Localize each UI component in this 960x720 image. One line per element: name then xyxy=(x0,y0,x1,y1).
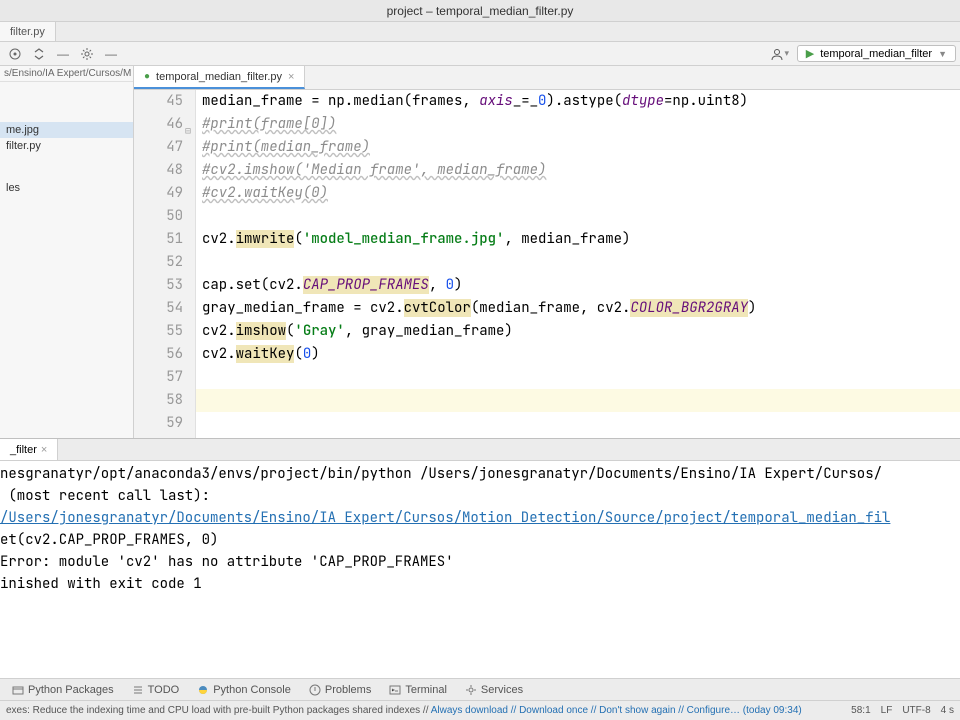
code-line[interactable] xyxy=(196,366,960,389)
top-tab-label: filter.py xyxy=(10,26,45,38)
code-line[interactable]: cap.set(cv2.CAP_PROP_FRAMES, 0) xyxy=(196,274,960,297)
code-line[interactable]: #cv2.waitKey(0) xyxy=(196,182,960,205)
gutter-line: 52 xyxy=(134,251,183,274)
window-title: project – temporal_median_filter.py xyxy=(387,4,574,18)
close-icon[interactable]: × xyxy=(288,71,294,83)
code-line[interactable]: cv2.waitKey(0) xyxy=(196,343,960,366)
code-line[interactable] xyxy=(196,435,960,438)
file-encoding[interactable]: UTF-8 xyxy=(902,705,930,716)
project-tree[interactable]: s/Ensino/IA Expert/Cursos/M me.jpgfilter… xyxy=(0,66,134,438)
console-line: Error: module 'cv2' has no attribute 'CA… xyxy=(0,551,960,573)
code-body[interactable]: median_frame = np.median(frames, axis_=_… xyxy=(196,90,960,438)
hide-icon[interactable]: — xyxy=(100,43,122,65)
todo-button[interactable]: TODO xyxy=(124,679,188,700)
code-line[interactable]: #cv2.imshow('Median frame', median_frame… xyxy=(196,159,960,182)
gutter-line: 48 xyxy=(134,159,183,182)
code-line[interactable]: #print(median_frame) xyxy=(196,136,960,159)
nav-left-group: — — xyxy=(4,43,122,65)
line-gutter: 4546⊟4748495051525354555657585960 xyxy=(134,90,196,438)
user-icon[interactable]: ▾ xyxy=(769,43,791,65)
python-file-icon: ● xyxy=(144,71,150,82)
collapse-all-icon[interactable]: — xyxy=(52,43,74,65)
gutter-line: 56 xyxy=(134,343,183,366)
play-icon: ▶ xyxy=(806,47,814,60)
console-output[interactable]: nesgranatyr/opt/anaconda3/envs/project/b… xyxy=(0,461,960,678)
code-line[interactable]: cv2.imwrite('model_median_frame.jpg', me… xyxy=(196,228,960,251)
console-line: /Users/jonesgranatyr/Documents/Ensino/IA… xyxy=(0,507,960,529)
console-line: inished with exit code 1 xyxy=(0,573,960,595)
code-line[interactable] xyxy=(196,205,960,228)
project-breadcrumb: s/Ensino/IA Expert/Cursos/M xyxy=(0,66,133,82)
gutter-line: 45 xyxy=(134,90,183,113)
code-line[interactable]: gray_median_frame = cv2.cvtColor(median_… xyxy=(196,297,960,320)
terminal-button[interactable]: Terminal xyxy=(381,679,455,700)
line-separator[interactable]: LF xyxy=(881,705,893,716)
main-area: s/Ensino/IA Expert/Cursos/M me.jpgfilter… xyxy=(0,66,960,438)
chevron-down-icon: ▼ xyxy=(938,49,947,59)
run-tab[interactable]: _filter × xyxy=(0,439,58,460)
status-message: exes: Reduce the indexing time and CPU l… xyxy=(6,705,802,716)
project-item-extra[interactable]: les xyxy=(0,180,133,196)
code-line[interactable] xyxy=(196,389,960,412)
services-button[interactable]: Services xyxy=(457,679,531,700)
code-line[interactable]: #print(frame[0]) xyxy=(196,113,960,136)
python-packages-button[interactable]: Python Packages xyxy=(4,679,122,700)
status-right: 58:1 LF UTF-8 4 s xyxy=(851,705,954,716)
status-links[interactable]: Always download // Download once // Don'… xyxy=(431,705,802,716)
gutter-line: 47 xyxy=(134,136,183,159)
code-line[interactable]: median_frame = np.median(frames, axis_=_… xyxy=(196,90,960,113)
run-config-label: temporal_median_filter xyxy=(820,48,932,60)
run-tab-label: _filter xyxy=(10,444,37,456)
expand-all-icon[interactable] xyxy=(28,43,50,65)
gutter-line: 53 xyxy=(134,274,183,297)
code-editor[interactable]: 4546⊟4748495051525354555657585960 median… xyxy=(134,90,960,438)
close-icon[interactable]: × xyxy=(41,444,47,456)
problems-button[interactable]: Problems xyxy=(301,679,379,700)
project-item[interactable]: filter.py xyxy=(0,138,133,154)
gutter-line: 50 xyxy=(134,205,183,228)
editor-tab-label: temporal_median_filter.py xyxy=(156,71,282,83)
console-line: (most recent call last): xyxy=(0,485,960,507)
cursor-position[interactable]: 58:1 xyxy=(851,705,870,716)
project-item[interactable]: me.jpg xyxy=(0,122,133,138)
console-line: et(cv2.CAP_PROP_FRAMES, 0) xyxy=(0,529,960,551)
run-panel: _filter × nesgranatyr/opt/anaconda3/envs… xyxy=(0,438,960,678)
editor-tab-bar: ● temporal_median_filter.py × xyxy=(134,66,960,90)
indent-info[interactable]: 4 s xyxy=(941,705,954,716)
code-line[interactable] xyxy=(196,251,960,274)
editor-tab[interactable]: ● temporal_median_filter.py × xyxy=(134,66,305,89)
gear-icon[interactable] xyxy=(76,43,98,65)
gutter-line: 59 xyxy=(134,412,183,435)
run-tab-strip: _filter × xyxy=(0,439,960,461)
code-line[interactable]: cv2.imshow('Gray', gray_median_frame) xyxy=(196,320,960,343)
top-tab-strip: filter.py xyxy=(0,22,960,42)
code-line[interactable] xyxy=(196,412,960,435)
gutter-line: 58 xyxy=(134,389,183,412)
gutter-line: 55 xyxy=(134,320,183,343)
nav-right-group: ▾ ▶ temporal_median_filter ▼ xyxy=(769,43,956,65)
navigation-bar: — — ▾ ▶ temporal_median_filter ▼ xyxy=(0,42,960,66)
gutter-line: 60 xyxy=(134,435,183,438)
python-console-button[interactable]: Python Console xyxy=(189,679,299,700)
bottom-tool-strip: Python Packages TODO Python Console Prob… xyxy=(0,678,960,700)
top-tab[interactable]: filter.py xyxy=(0,22,56,41)
gutter-line: 57 xyxy=(134,366,183,389)
gutter-line: 51 xyxy=(134,228,183,251)
console-line: nesgranatyr/opt/anaconda3/envs/project/b… xyxy=(0,463,960,485)
window-title-bar: project – temporal_median_filter.py xyxy=(0,0,960,22)
status-bar: exes: Reduce the indexing time and CPU l… xyxy=(0,700,960,720)
gutter-line: 46⊟ xyxy=(134,113,183,136)
gutter-line: 49 xyxy=(134,182,183,205)
editor-area: ● temporal_median_filter.py × 4546⊟47484… xyxy=(134,66,960,438)
target-icon[interactable] xyxy=(4,43,26,65)
gutter-line: 54 xyxy=(134,297,183,320)
run-config-selector[interactable]: ▶ temporal_median_filter ▼ xyxy=(797,45,956,62)
